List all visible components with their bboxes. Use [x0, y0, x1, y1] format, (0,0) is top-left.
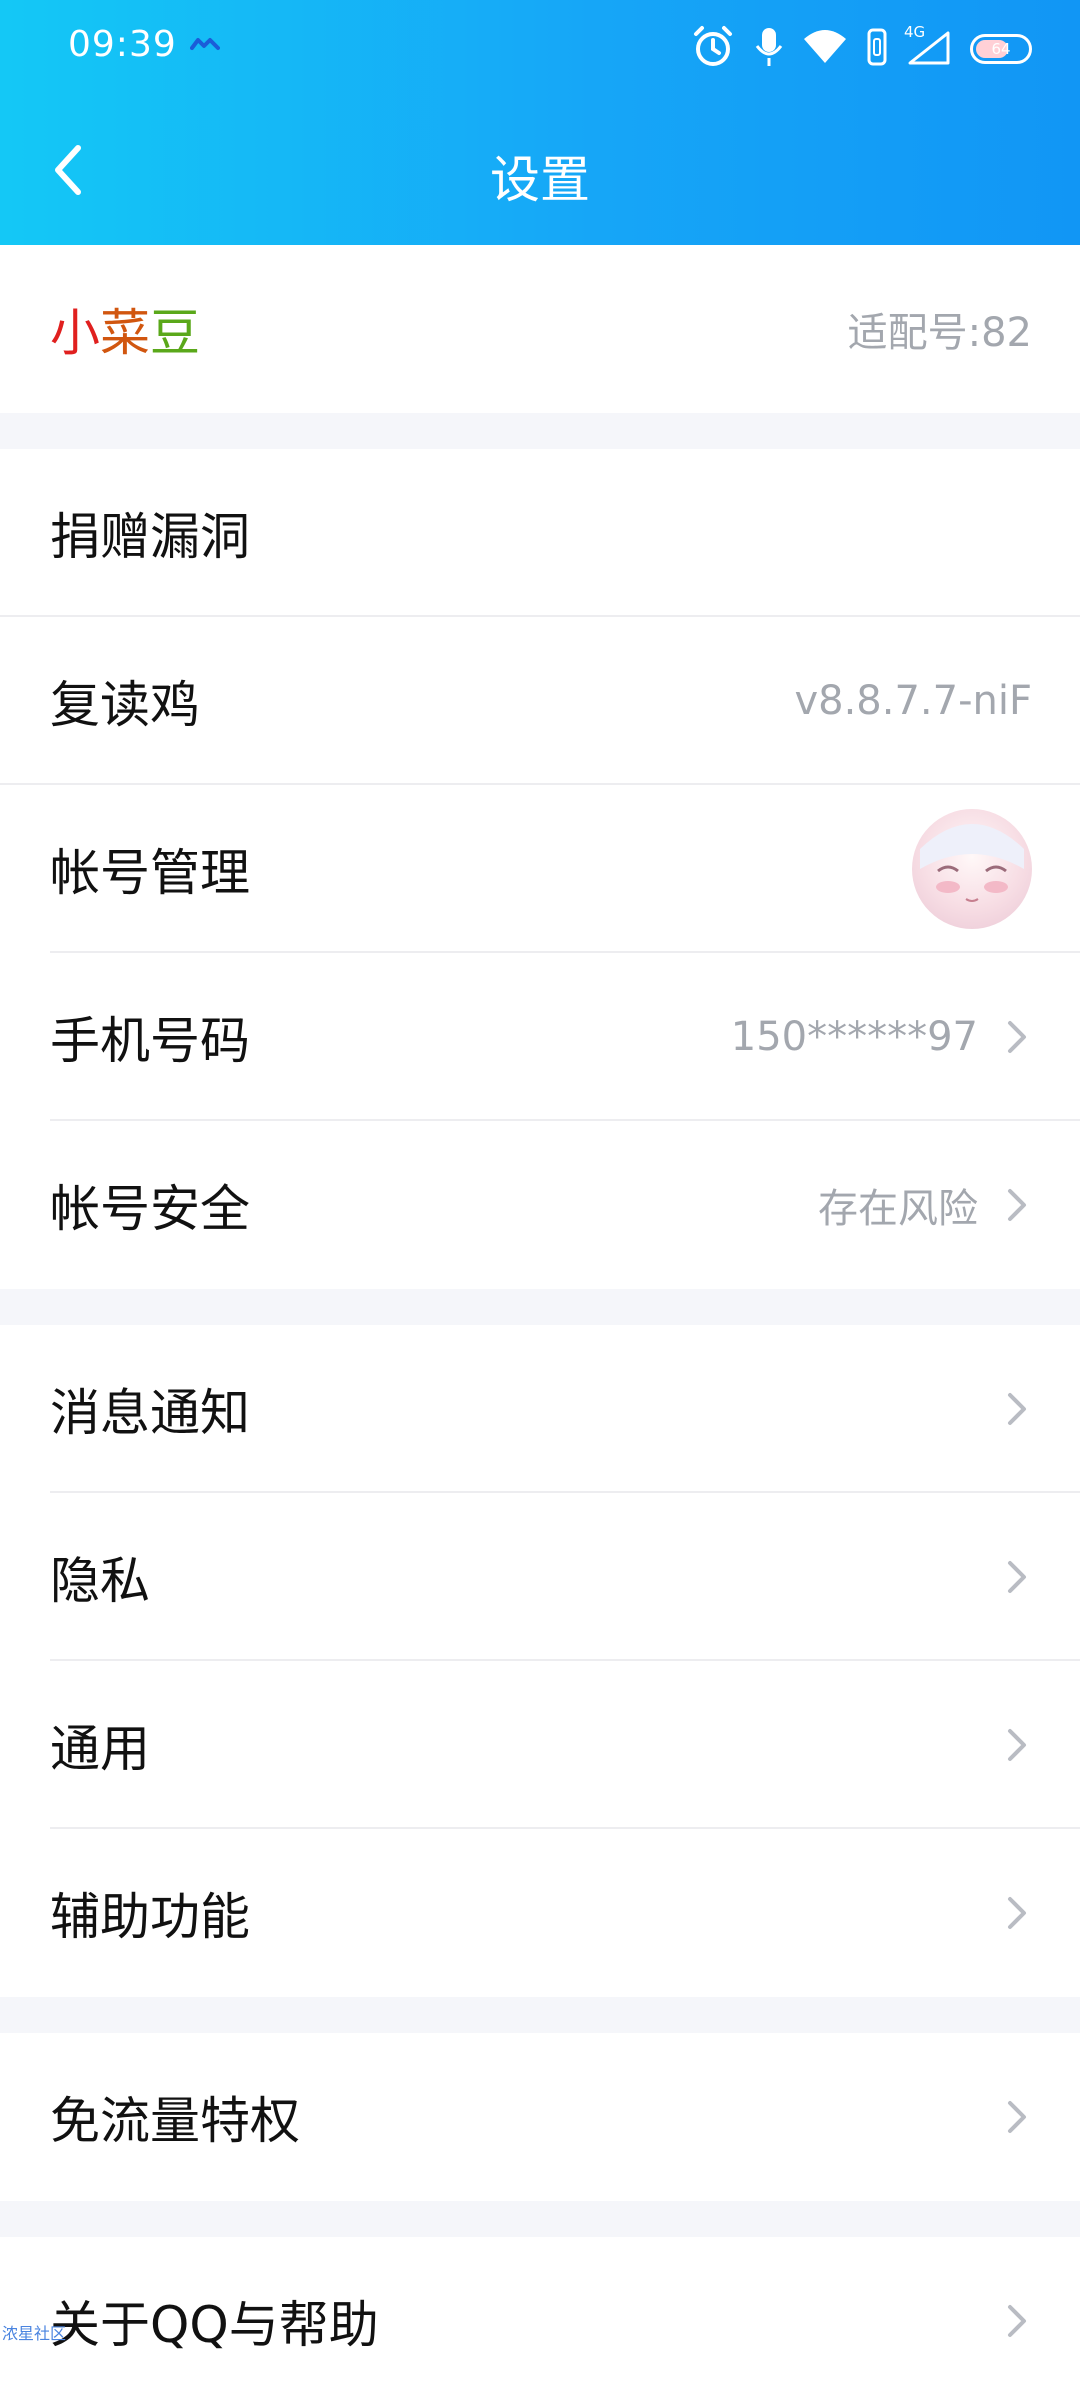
chevron-right-icon [1002, 1185, 1032, 1225]
battery-icon: 64 [970, 34, 1032, 64]
app-badge-icon [190, 36, 220, 56]
data-plan-group: 免流量特权 [0, 2033, 1080, 2201]
app-header: 09:39 [0, 0, 1080, 245]
chevron-right-icon [1002, 1017, 1032, 1057]
section-gap [0, 1997, 1080, 2033]
chevron-right-icon [1002, 2301, 1032, 2341]
nav-bar: 设置 [0, 110, 1080, 240]
preferences-group: 消息通知 隐私 通用 辅助功能 [0, 1325, 1080, 1997]
avatar [912, 809, 1032, 929]
chevron-right-icon [1002, 1725, 1032, 1765]
phone-number-row[interactable]: 手机号码 150******97 [0, 953, 1080, 1121]
privacy-label: 隐私 [50, 1541, 978, 1613]
battery-level: 64 [991, 40, 1010, 58]
repeater-row[interactable]: 复读鸡 v8.8.7.7-niF [0, 617, 1080, 785]
accessibility-row[interactable]: 辅助功能 [0, 1829, 1080, 1997]
cellular-signal-icon: 4G [906, 27, 952, 71]
account-security-row[interactable]: 帐号安全 存在风险 [0, 1121, 1080, 1289]
microphone-icon [754, 24, 784, 74]
repeater-version: v8.8.7.7-niF [794, 678, 1032, 724]
account-security-status: 存在风险 [818, 1176, 978, 1234]
settings-list: 小菜豆 适配号:82 捐赠漏洞 复读鸡 v8.8.7.7-niF 帐号管理 [0, 245, 1080, 2340]
repeater-label: 复读鸡 [50, 665, 794, 737]
free-data-label: 免流量特权 [50, 2081, 978, 2153]
vibrate-icon [866, 27, 888, 71]
profile-row[interactable]: 小菜豆 适配号:82 [0, 245, 1080, 413]
profile-name: 小菜豆 [50, 293, 848, 365]
status-time: 09:39 [68, 24, 177, 65]
about-help-row[interactable]: 关于QQ与帮助 [0, 2237, 1080, 2405]
status-icons: 4G 64 [690, 24, 1032, 74]
accessibility-label: 辅助功能 [50, 1877, 978, 1949]
phone-number-label: 手机号码 [50, 1001, 731, 1073]
chevron-right-icon [1002, 2097, 1032, 2137]
donate-bug-label: 捐赠漏洞 [50, 497, 1032, 569]
donate-bug-row[interactable]: 捐赠漏洞 [0, 449, 1080, 617]
status-bar: 09:39 [0, 0, 1080, 95]
wifi-icon [802, 27, 848, 71]
profile-name-part: 小 [50, 304, 100, 362]
general-row[interactable]: 通用 [0, 1661, 1080, 1829]
section-gap [0, 1289, 1080, 1325]
section-gap [0, 413, 1080, 449]
adapter-number: 适配号:82 [848, 300, 1032, 358]
about-help-label: 关于QQ与帮助 [50, 2285, 978, 2357]
watermark: 浓星社区 [2, 2320, 66, 2344]
general-label: 通用 [50, 1709, 978, 1781]
account-manage-row[interactable]: 帐号管理 [0, 785, 1080, 953]
account-manage-label: 帐号管理 [50, 833, 912, 905]
network-type: 4G [904, 23, 925, 41]
alarm-icon [690, 24, 736, 74]
profile-name-part: 菜 [100, 304, 150, 362]
account-security-label: 帐号安全 [50, 1169, 818, 1241]
phone-number-value: 150******97 [731, 1014, 978, 1060]
chevron-right-icon [1002, 1389, 1032, 1429]
free-data-row[interactable]: 免流量特权 [0, 2033, 1080, 2201]
chevron-right-icon [1002, 1557, 1032, 1597]
notifications-label: 消息通知 [50, 1373, 978, 1445]
page-title: 设置 [0, 140, 1080, 212]
notifications-row[interactable]: 消息通知 [0, 1325, 1080, 1493]
about-group: 关于QQ与帮助 [0, 2237, 1080, 2405]
account-group: 捐赠漏洞 复读鸡 v8.8.7.7-niF 帐号管理 [0, 449, 1080, 1289]
profile-name-part: 豆 [150, 304, 200, 362]
chevron-right-icon [1002, 1893, 1032, 1933]
privacy-row[interactable]: 隐私 [0, 1493, 1080, 1661]
profile-group: 小菜豆 适配号:82 [0, 245, 1080, 413]
section-gap [0, 2201, 1080, 2237]
